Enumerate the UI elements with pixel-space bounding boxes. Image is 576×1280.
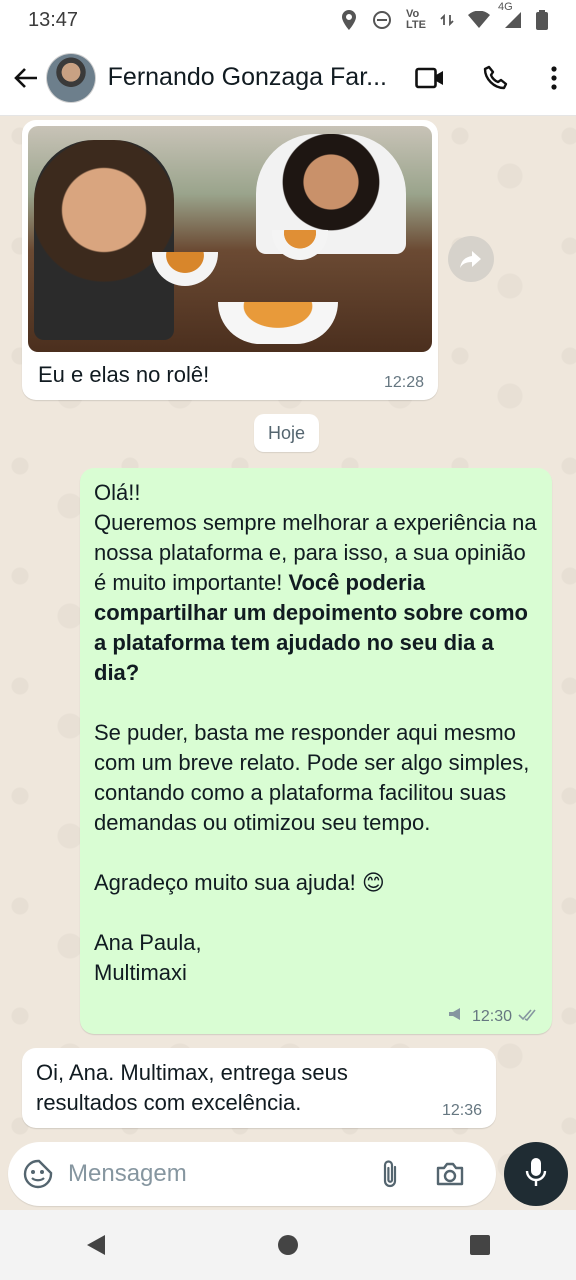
- network-type-label: 4G: [498, 1, 513, 13]
- message-text: Olá!! Queremos sempre melhorar a experiê…: [94, 478, 538, 988]
- incoming-message[interactable]: Oi, Ana. Multimax, entrega seus resultad…: [22, 1048, 496, 1128]
- date-chip: Hoje: [254, 414, 320, 452]
- message-time: 12:36: [441, 1102, 482, 1119]
- message-thanks: Agradeço muito sua ajuda! 😊: [94, 870, 385, 895]
- forward-icon[interactable]: [448, 236, 494, 282]
- nav-recents-icon[interactable]: [450, 1220, 510, 1270]
- voice-call-icon[interactable]: [474, 56, 518, 100]
- mic-button[interactable]: [504, 1142, 568, 1206]
- image-message[interactable]: Eu e elas no rolê! 12:28: [22, 120, 438, 400]
- image-caption: Eu e elas no rolê!: [38, 362, 210, 387]
- status-time: 13:47: [28, 8, 79, 31]
- dnd-icon: [372, 10, 392, 30]
- message-time: 12:30: [471, 1007, 512, 1025]
- contact-avatar[interactable]: [45, 52, 96, 103]
- camera-icon[interactable]: [432, 1156, 468, 1192]
- outgoing-message[interactable]: Olá!! Queremos sempre melhorar a experiê…: [80, 468, 552, 1034]
- nav-home-icon[interactable]: [258, 1220, 318, 1270]
- attach-icon[interactable]: [372, 1156, 408, 1192]
- volte-icon: Vo LTE: [406, 8, 426, 31]
- message-composer: [8, 1142, 496, 1206]
- system-nav-bar: [0, 1210, 576, 1280]
- back-icon[interactable]: [6, 58, 46, 98]
- sticker-icon[interactable]: [22, 1158, 54, 1190]
- message-input[interactable]: [68, 1160, 368, 1188]
- status-bar: 13:47 Vo LTE 4G: [0, 0, 576, 40]
- message-paragraph: Se puder, basta me responder aqui mesmo …: [94, 720, 536, 835]
- message-signature: Ana Paula, Multimaxi: [94, 930, 202, 985]
- chat-header: Fernando Gonzaga Far...: [0, 40, 576, 116]
- chat-area[interactable]: Eu e elas no rolê! 12:28 Hoje Olá!! Quer…: [0, 116, 576, 1210]
- nav-back-icon[interactable]: [66, 1220, 126, 1270]
- signal-icon: 4G: [498, 1, 522, 29]
- video-call-icon[interactable]: [409, 56, 453, 100]
- message-text: Oi, Ana. Multimax, entrega seus resultad…: [36, 1060, 348, 1115]
- more-menu-icon[interactable]: [532, 56, 576, 100]
- microphone-icon: [525, 1157, 547, 1192]
- message-time: 12:28: [383, 374, 424, 391]
- location-icon: [340, 9, 358, 31]
- wifi-icon: [468, 11, 490, 29]
- read-ticks-icon: [518, 1008, 538, 1026]
- data-icon: [440, 13, 454, 27]
- broadcast-icon: [448, 1007, 466, 1026]
- contact-name[interactable]: Fernando Gonzaga Far...: [108, 63, 397, 92]
- shared-photo[interactable]: [28, 126, 432, 352]
- status-icons: Vo LTE 4G: [340, 1, 548, 31]
- battery-icon: [536, 10, 548, 30]
- message-greeting: Olá!!: [94, 480, 141, 505]
- message-meta: 12:30: [448, 1007, 538, 1026]
